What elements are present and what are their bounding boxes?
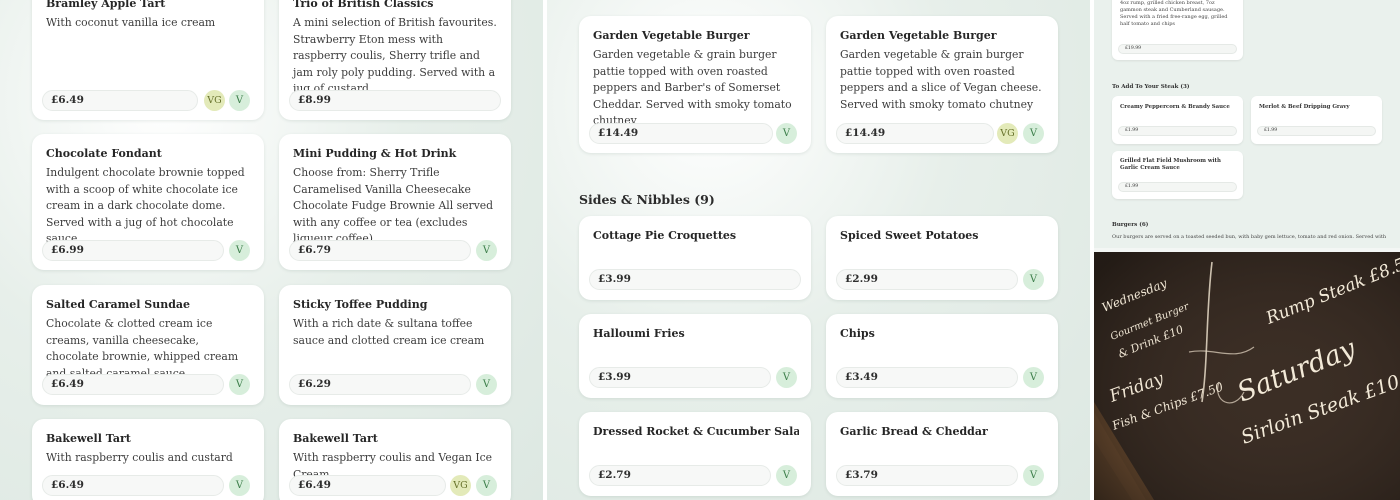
item-name: Salted Caramel Sundae [46, 298, 191, 311]
item-description: With a rich date & sultana toffee sauce … [293, 317, 485, 347]
item-description: Garden vegetable & grain burger pattie t… [593, 48, 792, 128]
preview-item-name: Merlot & Beef Dripping Gravy [1259, 104, 1350, 110]
preview-section-description: Our burgers are served on a toasted seed… [1112, 234, 1387, 240]
item-price: £3.49 [836, 367, 1018, 388]
preview-item-name: Grilled Flat Field Mushroom with Garlic … [1120, 158, 1221, 171]
item-name: Halloumi Fries [593, 327, 685, 340]
preview-section-title: To Add To Your Steak (3) [1112, 84, 1190, 90]
item-price: £3.99 [589, 367, 771, 388]
preview-description: 4oz rump, grilled chicken breast, 7oz ga… [1120, 0, 1228, 27]
menu-item-card[interactable]: Cottage Pie Croquettes £3.99 [579, 216, 811, 300]
vegetarian-badge: V [1023, 123, 1044, 144]
item-price: £2.99 [836, 269, 1018, 290]
mains-panel: Garden Vegetable Burger Garden vegetable… [547, 0, 1090, 500]
menu-preview: 4oz rump, grilled chicken breast, 7oz ga… [1094, 0, 1400, 248]
menu-item-card[interactable]: Dressed Rocket & Cucumber Salad £2.79 V [579, 412, 811, 496]
menu-item-card[interactable]: Trio of British Classics A mini selectio… [279, 0, 511, 120]
menu-item-card[interactable]: Bramley Apple Tart With coconut vanilla … [32, 0, 264, 120]
item-name: Garden Vegetable Burger [840, 29, 997, 42]
item-name: Bakewell Tart [293, 432, 378, 445]
item-description: With raspberry coulis and custard [46, 451, 233, 464]
vegetarian-badge: V [776, 367, 797, 388]
item-price: £8.99 [289, 90, 501, 111]
item-name: Sticky Toffee Pudding [293, 298, 428, 311]
menu-item-card[interactable]: Garlic Bread & Cheddar £3.79 V [826, 412, 1058, 496]
item-price: £6.49 [42, 475, 224, 496]
item-description: Garden vegetable & grain burger pattie t… [840, 48, 1042, 111]
item-name: Dressed Rocket & Cucumber Salad [593, 425, 799, 438]
vegetarian-badge: V [229, 240, 250, 261]
item-name: Spiced Sweet Potatoes [840, 229, 979, 242]
item-price: £6.49 [289, 475, 446, 496]
menu-item-card[interactable]: Bakewell Tart With raspberry coulis and … [279, 419, 511, 500]
vegetarian-badge: V [1023, 269, 1044, 290]
item-name: Bramley Apple Tart [46, 0, 166, 10]
menu-item-card[interactable]: Sticky Toffee Pudding With a rich date &… [279, 285, 511, 405]
menu-item-card[interactable]: Halloumi Fries £3.99 V [579, 314, 811, 398]
vegan-badge: VG [204, 90, 225, 111]
vegetarian-badge: V [776, 465, 797, 486]
vegetarian-badge: V [476, 374, 497, 395]
preview-price: £19.99 [1118, 44, 1237, 54]
item-name: Cottage Pie Croquettes [593, 229, 737, 242]
vegetarian-badge: V [229, 475, 250, 496]
vegetarian-badge: V [229, 374, 250, 395]
item-price: £3.79 [836, 465, 1018, 486]
item-price: £6.49 [42, 90, 198, 111]
menu-item-card[interactable]: Garden Vegetable Burger Garden vegetable… [579, 16, 811, 153]
vegetarian-badge: V [776, 123, 797, 144]
item-price: £14.49 [589, 123, 773, 144]
menu-item-card[interactable]: Mini Pudding & Hot Drink Choose from: Sh… [279, 134, 511, 270]
item-description: Choose from: Sherry Trifle Caramelised V… [293, 166, 494, 246]
item-description: Indulgent chocolate brownie topped with … [46, 166, 245, 246]
menu-item-card[interactable]: Bakewell Tart With raspberry coulis and … [32, 419, 264, 500]
preview-card[interactable]: 4oz rump, grilled chicken breast, 7oz ga… [1112, 0, 1243, 60]
item-name: Chips [840, 327, 875, 340]
item-name: Chocolate Fondant [46, 147, 162, 160]
preview-price: £1.99 [1257, 126, 1376, 136]
preview-card[interactable]: Grilled Flat Field Mushroom with Garlic … [1112, 151, 1243, 199]
menu-item-card[interactable]: Chocolate Fondant Indulgent chocolate br… [32, 134, 264, 270]
item-price: £6.79 [289, 240, 471, 261]
item-name: Bakewell Tart [46, 432, 131, 445]
item-price: £6.29 [289, 374, 471, 395]
item-price: £6.99 [42, 240, 224, 261]
item-name: Mini Pudding & Hot Drink [293, 147, 457, 160]
item-price: £14.49 [836, 123, 994, 144]
menu-item-card[interactable]: Garden Vegetable Burger Garden vegetable… [826, 16, 1058, 153]
menu-item-card[interactable]: Chips £3.49 V [826, 314, 1058, 398]
preview-card[interactable]: Merlot & Beef Dripping Gravy £1.99 [1251, 96, 1382, 144]
item-description: With coconut vanilla ice cream [46, 16, 216, 29]
item-name: Garden Vegetable Burger [593, 29, 750, 42]
section-title: Sides & Nibbles (9) [579, 192, 715, 207]
vegan-badge: VG [997, 123, 1018, 144]
chalkboard-photo: Wednesday Gourmet Burger & Drink £10 Fri… [1094, 252, 1400, 500]
item-description: A mini selection of British favourites. … [293, 16, 497, 96]
preview-price: £1.99 [1118, 182, 1237, 192]
menu-item-card[interactable]: Spiced Sweet Potatoes £2.99 V [826, 216, 1058, 300]
item-price: £6.49 [42, 374, 224, 395]
vegetarian-badge: V [229, 90, 250, 111]
menu-item-card[interactable]: Salted Caramel Sundae Chocolate & clotte… [32, 285, 264, 405]
item-price: £3.99 [589, 269, 801, 290]
preview-item-name: Creamy Peppercorn & Brandy Sauce [1120, 104, 1230, 110]
vegetarian-badge: V [476, 240, 497, 261]
vegetarian-badge: V [1023, 465, 1044, 486]
item-name: Trio of British Classics [293, 0, 434, 10]
item-description: Chocolate & clotted cream ice creams, va… [46, 317, 239, 380]
preview-section-title: Burgers (6) [1112, 222, 1149, 228]
vegetarian-badge: V [476, 475, 497, 496]
item-price: £2.79 [589, 465, 771, 486]
chalkboard-image: Wednesday Gourmet Burger & Drink £10 Fri… [1094, 252, 1400, 500]
preview-price: £1.99 [1118, 126, 1237, 136]
desserts-panel: Bramley Apple Tart With coconut vanilla … [0, 0, 543, 500]
item-name: Garlic Bread & Cheddar [840, 425, 988, 438]
vegan-badge: VG [450, 475, 471, 496]
vegetarian-badge: V [1023, 367, 1044, 388]
preview-card[interactable]: Creamy Peppercorn & Brandy Sauce £1.99 [1112, 96, 1243, 144]
